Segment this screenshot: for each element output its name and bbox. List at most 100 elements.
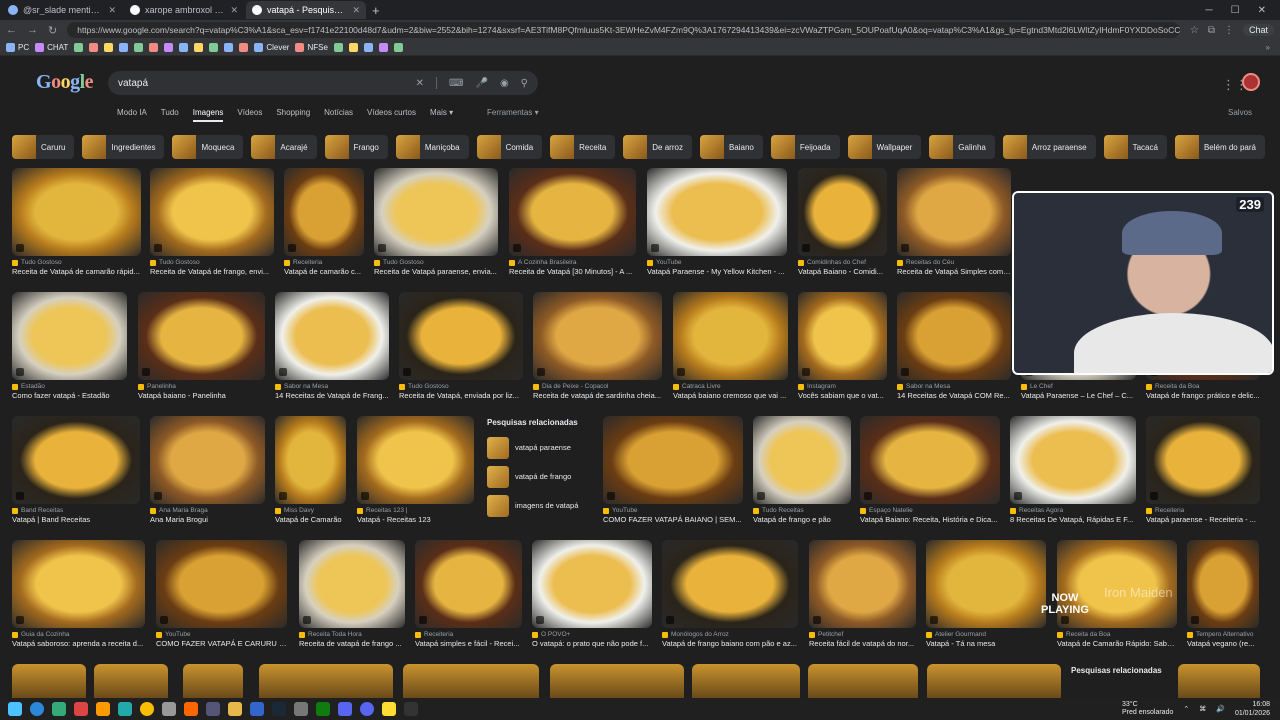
result-source[interactable]: Monólogos do Arroz [662,631,798,638]
chip[interactable]: Baiano [699,135,763,159]
reload-icon[interactable]: ↻ [48,24,57,37]
result-title[interactable]: Vatapá de camarão c... [284,267,364,276]
image-result[interactable]: Estadão Como fazer vatapá - Estadão [12,292,127,400]
mic-icon[interactable]: 🎤 [475,78,487,89]
image-result[interactable]: YouTube Vatapá Paraense - My Yellow Kitch… [647,168,787,276]
taskbar-app-icon[interactable] [250,702,264,716]
bookmark-icon-only[interactable] [74,43,84,52]
taskbar-app-icon[interactable] [118,702,132,716]
result-source[interactable]: Receita da Boa [1057,631,1177,638]
result-source[interactable]: Receitas 123 | [357,507,474,514]
result-source[interactable]: Espaço Natelie [860,507,1000,514]
bookmark-icon-only[interactable] [89,43,99,52]
result-source[interactable]: Tudo Receitas [753,507,851,514]
bookmark-nfse[interactable]: NFSe [295,43,328,52]
result-source[interactable]: Catraca Livre [673,383,788,390]
result-thumbnail-partial[interactable] [183,664,243,698]
new-tab-button[interactable]: + [372,3,380,18]
result-source[interactable]: Receiteria [284,259,364,266]
lens-icon[interactable]: ◉ [500,78,509,89]
tray-chevron-icon[interactable]: ⌃ [1183,705,1189,713]
result-thumbnail[interactable] [12,540,145,628]
url-input[interactable]: https://www.google.com/search?q=vatap%C3… [67,22,1180,38]
chip[interactable]: Maniçoba [395,135,469,159]
result-thumbnail[interactable] [662,540,798,628]
result-source[interactable]: Receita da Boa [1146,383,1260,390]
result-thumbnail[interactable] [284,168,364,256]
result-source[interactable]: Band Receitas [12,507,140,514]
result-thumbnail[interactable] [275,292,389,380]
image-result[interactable]: Atelier Gourmand Vatapá - Tá na mesa [926,540,1046,648]
bookmark-icon-only[interactable] [378,43,388,52]
image-result[interactable]: Guia da Cozinha Vatapá saboroso: aprenda … [12,540,145,648]
result-source[interactable]: Guia da Cozinha [12,631,145,638]
result-thumbnail[interactable] [357,416,474,504]
result-thumbnail[interactable] [150,416,265,504]
tab-xarope[interactable]: xarope ambroxol - Pesquisa Goog✕ [124,1,244,19]
filter-videos[interactable]: Vídeos [237,108,262,122]
bookmark-icon-only[interactable] [224,43,234,52]
result-source[interactable]: Receitas do Céu [897,259,1011,266]
close-tab-icon[interactable]: ✕ [352,5,360,16]
image-result[interactable]: Monólogos do Arroz Vatapá de frango baian… [662,540,798,648]
result-title[interactable]: Receita fácil de vatapá do nor... [809,639,916,648]
result-source[interactable]: Sabor na Mesa [275,383,389,390]
result-title[interactable]: 14 Receitas de Vatapá de Frang... [275,391,389,400]
result-title[interactable]: Vatapá paraense - Receiteria - ... [1146,515,1260,524]
result-source[interactable]: Petitchef [809,631,916,638]
bookmark-icon-only[interactable] [209,43,219,52]
image-result[interactable]: Receitas 123 | Vatapá - Receitas 123 [357,416,474,524]
result-source[interactable]: Receiteria [415,631,522,638]
result-title[interactable]: Vatapá de Camarão [275,515,346,524]
result-thumbnail[interactable] [138,292,265,380]
chip[interactable]: Ingredientes [82,135,165,159]
taskbar-folder-icon[interactable] [228,702,242,716]
result-source[interactable]: Tudo Gostoso [12,259,141,266]
bookmarks-more-icon[interactable]: » [1266,43,1270,52]
result-thumbnail[interactable] [809,540,916,628]
result-source[interactable]: Sabor na Mesa [897,383,1011,390]
bookmark-icon-only[interactable] [348,43,358,52]
result-source[interactable]: Panelinha [138,383,265,390]
result-thumbnail[interactable] [156,540,287,628]
result-thumbnail[interactable] [753,416,851,504]
extensions-icon[interactable]: ⧉ [1208,25,1215,36]
taskbar-edge-icon[interactable] [30,702,44,716]
filter-modo-ia[interactable]: Modo IA [117,108,147,122]
filter-noticias[interactable]: Notícias [324,108,353,122]
result-thumbnail-partial[interactable] [259,664,393,698]
result-title[interactable]: Receita de Vatapá de frango, envi... [150,267,274,276]
image-result[interactable]: YouTube COMO FAZER VATAPÁ E CARURU | ... [156,540,287,648]
result-title[interactable]: Vatapá saboroso: aprenda a receita d... [12,639,145,648]
image-result[interactable]: Tudo Receitas Vatapá de frango e pão [753,416,851,524]
image-result[interactable]: Receita Toda Hora Receita de vatapá de fr… [299,540,405,648]
chip[interactable]: Moqueca [172,135,244,159]
filter-videos-curtos[interactable]: Vídeos curtos [367,108,416,122]
result-source[interactable]: Miss Davy [275,507,346,514]
image-result[interactable]: YouTube COMO FAZER VATAPÁ BAIANO | SEM... [603,416,743,524]
result-title[interactable]: Receita de Vatapá, enviada por liz... [399,391,523,400]
taskbar-app-icon[interactable] [74,702,88,716]
bookmark-icon-only[interactable] [164,43,174,52]
result-title[interactable]: 8 Receitas De Vatapá, Rápidas E F... [1010,515,1136,524]
result-title[interactable]: Vatapá Paraense – Le Chef – C... [1021,391,1136,400]
result-title[interactable]: Receita de Vatapá Simples com Fr... [897,267,1011,276]
bookmark-icon-only[interactable] [179,43,189,52]
filter-imagens[interactable]: Imagens [192,108,224,122]
result-title[interactable]: COMO FAZER VATAPÁ BAIANO | SEM... [603,515,743,524]
result-source[interactable]: A Cozinha Brasileira [509,259,636,266]
result-thumbnail-partial[interactable] [1178,664,1260,698]
result-title[interactable]: Receita de Vatapá [30 Minutos] - A ... [509,267,636,276]
chip[interactable]: Galinha [929,135,995,159]
result-source[interactable]: Comidinhas do Chef [798,259,887,266]
result-source[interactable]: Estadão [12,383,127,390]
result-source[interactable]: Receita Toda Hora [299,631,405,638]
result-thumbnail[interactable] [1187,540,1259,628]
star-icon[interactable]: ☆ [1190,25,1199,36]
related-item[interactable]: imagens de vatapá [487,491,591,520]
bookmark-chat[interactable]: CHAT [35,43,68,52]
bookmark-pc[interactable]: PC [6,43,29,52]
avatar[interactable] [1242,73,1260,91]
result-thumbnail[interactable] [1146,416,1260,504]
bookmark-icon-only[interactable] [104,43,114,52]
